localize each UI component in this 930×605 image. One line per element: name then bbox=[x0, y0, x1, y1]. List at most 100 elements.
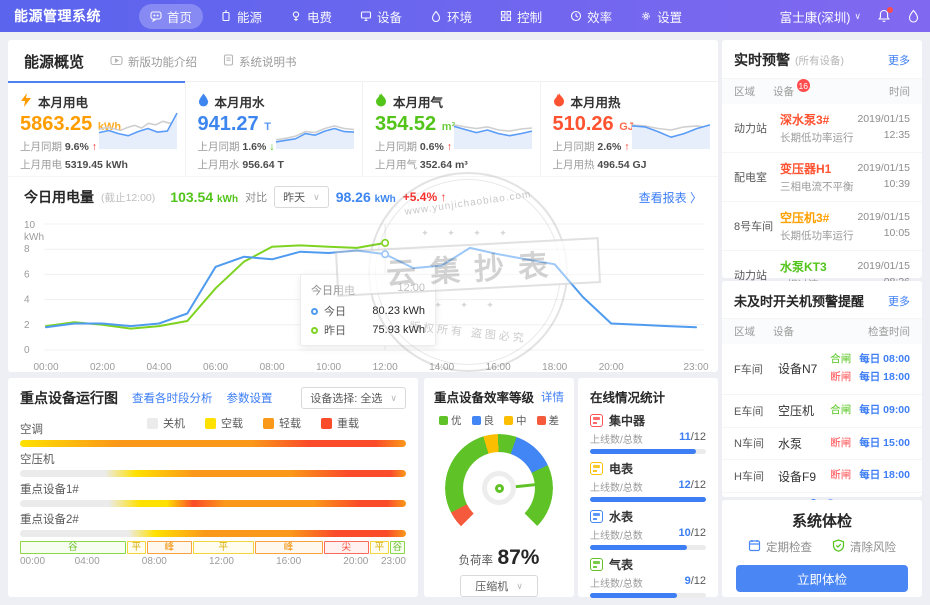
svg-text:04:00: 04:00 bbox=[147, 362, 172, 373]
trend-up-icon: ↑ bbox=[624, 141, 629, 153]
device-select[interactable]: 设备选择: 全选∨ bbox=[301, 387, 406, 409]
battery-icon bbox=[220, 10, 232, 22]
nav-right: 富士康(深圳) ∨ bbox=[780, 7, 920, 26]
today-series-dot bbox=[311, 308, 318, 315]
chevron-down-icon: ∨ bbox=[390, 393, 397, 404]
overview-title: 能源概览 bbox=[24, 51, 84, 72]
energy-dashboard: 能源管理系统 首页 能源 电费 设备 环境 bbox=[0, 0, 930, 605]
efficiency-gauge bbox=[445, 434, 553, 542]
app-title: 能源管理系统 bbox=[14, 6, 101, 26]
alert-row: 8号车间 空压机3#长期低功率运行 2019/01/1510:05 bbox=[722, 202, 922, 251]
notification-bell-icon[interactable] bbox=[877, 9, 891, 23]
alerts-more-link[interactable]: 更多 bbox=[888, 52, 910, 68]
monitor-icon bbox=[360, 10, 372, 22]
load-rate-value: 87% bbox=[497, 546, 539, 569]
kpi-card-heat[interactable]: 本月用热 510.26 GJ 上月同期 2.6% ↑ 上月用热 496.54 G… bbox=[541, 82, 719, 176]
company-selector[interactable]: 富士康(深圳) ∨ bbox=[780, 7, 861, 26]
switch-more-link[interactable]: 更多 bbox=[888, 293, 910, 309]
svg-text:kWh: kWh bbox=[24, 232, 44, 243]
legend-poor-swatch bbox=[537, 416, 546, 425]
main-nav: 首页 能源 电费 设备 环境 控制 bbox=[139, 4, 693, 29]
svg-text:6: 6 bbox=[24, 269, 30, 280]
legend-heavy-swatch bbox=[321, 418, 332, 429]
chevron-down-icon: ∨ bbox=[516, 581, 523, 592]
regular-check-item: 定期检查 bbox=[748, 539, 812, 555]
svg-text:2: 2 bbox=[24, 320, 30, 331]
online-item-gmeter: 气表 上线数/总数9/12 bbox=[590, 556, 706, 598]
online-title: 在线情况统计 bbox=[590, 387, 706, 406]
svg-text:10:00: 10:00 bbox=[316, 362, 341, 373]
video-icon bbox=[110, 55, 123, 69]
efficiency-card: 重点设备效率等级 详情 优 良 中 差 负荷率 87% 压缩机∨ bbox=[424, 378, 574, 597]
online-item-wmeter: 水表 上线数/总数10/12 bbox=[590, 508, 706, 550]
nav-item-home[interactable]: 首页 bbox=[139, 4, 203, 29]
view-report-link[interactable]: 查看报表 〉 bbox=[639, 189, 702, 206]
today-usage-chart[interactable]: 10kWh8642000:0002:0004:0006:0008:0010:00… bbox=[8, 212, 718, 389]
alert-count-badge: 16 bbox=[797, 79, 810, 92]
equip-run-bar bbox=[20, 530, 406, 537]
kpi-card-gas[interactable]: 本月用气 354.52 m³ 上月同期 0.6% ↑ 上月用气 352.64 m… bbox=[363, 82, 541, 176]
legend-exc-swatch bbox=[439, 416, 448, 425]
kpi-card-electricity[interactable]: 本月用电 5863.25 kWh 上月同期 9.6% ↑ 上月用电 5319.4… bbox=[8, 82, 186, 176]
details-link[interactable]: 详情 bbox=[541, 389, 564, 405]
notification-dot bbox=[887, 7, 893, 13]
svg-text:0: 0 bbox=[24, 345, 30, 356]
kpi-value: 510.26 bbox=[553, 113, 614, 135]
svg-text:12:00: 12:00 bbox=[373, 362, 398, 373]
flame-red-icon bbox=[553, 93, 565, 110]
tou-seg-flat: 平 bbox=[370, 541, 389, 554]
chart-tooltip: 今日用电12:00 今日80.23 kWh 昨日75.93 kWh bbox=[300, 274, 436, 346]
grid-icon bbox=[500, 10, 512, 22]
sparkline-water bbox=[274, 106, 356, 150]
new-features-link[interactable]: 新版功能介绍 bbox=[110, 54, 197, 70]
tou-timeline: 谷 平 峰 平 峰 尖 平 谷 bbox=[20, 541, 406, 554]
chat-home-icon bbox=[150, 10, 162, 22]
today-usage-title: 今日用电量 bbox=[24, 187, 94, 207]
sparkline-heat bbox=[630, 106, 712, 150]
water-drop-icon[interactable] bbox=[907, 9, 920, 23]
param-settings-link[interactable]: 参数设置 bbox=[227, 390, 273, 406]
svg-text:08:00: 08:00 bbox=[260, 362, 285, 373]
energy-overview-card: 能源概览 新版功能介绍 系统说明书 本月用电 5863.25 kWh bbox=[8, 40, 718, 372]
alerts-table-header: 区域 设备16 时间 bbox=[722, 78, 922, 104]
svg-text:20:00: 20:00 bbox=[599, 362, 624, 373]
load-rate-label: 负荷率 bbox=[459, 555, 494, 567]
yesterday-series-dot bbox=[311, 327, 318, 334]
nav-item-fee[interactable]: 电费 bbox=[279, 4, 343, 29]
switch-alerts-title: 未及时开关机预警提醒 bbox=[734, 291, 864, 310]
period-analysis-link[interactable]: 查看各时段分析 bbox=[132, 390, 213, 406]
tou-seg-flat: 平 bbox=[127, 541, 146, 554]
flame-green-icon bbox=[375, 93, 387, 110]
sparkline-gas bbox=[452, 106, 534, 150]
today-usage-bar: 今日用电量 (截止12:00) 103.54 kWh 对比 昨天∨ 98.26 … bbox=[8, 176, 718, 212]
chevron-down-icon: ∨ bbox=[313, 192, 320, 203]
kpi-row: 本月用电 5863.25 kWh 上月同期 9.6% ↑ 上月用电 5319.4… bbox=[8, 81, 718, 176]
nav-item-settings[interactable]: 设置 bbox=[629, 4, 693, 29]
realtime-alerts-card: 实时预警 (所有设备) 更多 区域 设备16 时间 动力站 深水泵3#长期低功率… bbox=[722, 40, 922, 278]
system-checkup-card: 系统体检 定期检查 清除风险 立即体检 bbox=[722, 500, 922, 597]
system-manual-link[interactable]: 系统说明书 bbox=[223, 54, 297, 70]
equip-run-bar bbox=[20, 470, 406, 477]
clear-risk-item: 清除风险 bbox=[832, 539, 896, 555]
alert-row: 动力站 深水泵3#长期低功率运行 2019/01/1512:35 bbox=[722, 104, 922, 153]
compressor-select[interactable]: 压缩机∨ bbox=[460, 575, 538, 597]
tou-seg-sharp: 尖 bbox=[324, 541, 369, 554]
nav-item-control[interactable]: 控制 bbox=[489, 4, 553, 29]
overview-header: 能源概览 新版功能介绍 系统说明书 bbox=[8, 40, 718, 81]
kpi-value: 941.27 bbox=[198, 113, 259, 135]
equip-row-label: 重点设备2# bbox=[20, 511, 406, 527]
gauge-hub bbox=[482, 471, 516, 505]
checkup-now-button[interactable]: 立即体检 bbox=[736, 565, 908, 592]
nav-item-energy[interactable]: 能源 bbox=[209, 4, 273, 29]
nav-item-environment[interactable]: 环境 bbox=[419, 4, 483, 29]
nav-item-device[interactable]: 设备 bbox=[349, 4, 413, 29]
legend-light-swatch bbox=[263, 418, 274, 429]
svg-text:8: 8 bbox=[24, 244, 30, 255]
switch-row: F车间 设备N7 合闸每日 08:00 断闸每日 18:00 bbox=[722, 344, 922, 395]
efficiency-legend: 优 良 中 差 bbox=[434, 413, 564, 428]
kpi-card-water[interactable]: 本月用水 941.27 T 上月同期 1.6% ↓ 上月用水 956.64 T bbox=[186, 82, 364, 176]
nav-item-efficiency[interactable]: 效率 bbox=[559, 4, 623, 29]
top-navbar: 能源管理系统 首页 能源 电费 设备 环境 bbox=[0, 0, 930, 32]
legend-good-swatch bbox=[472, 416, 481, 425]
compare-select[interactable]: 昨天∨ bbox=[274, 186, 329, 208]
